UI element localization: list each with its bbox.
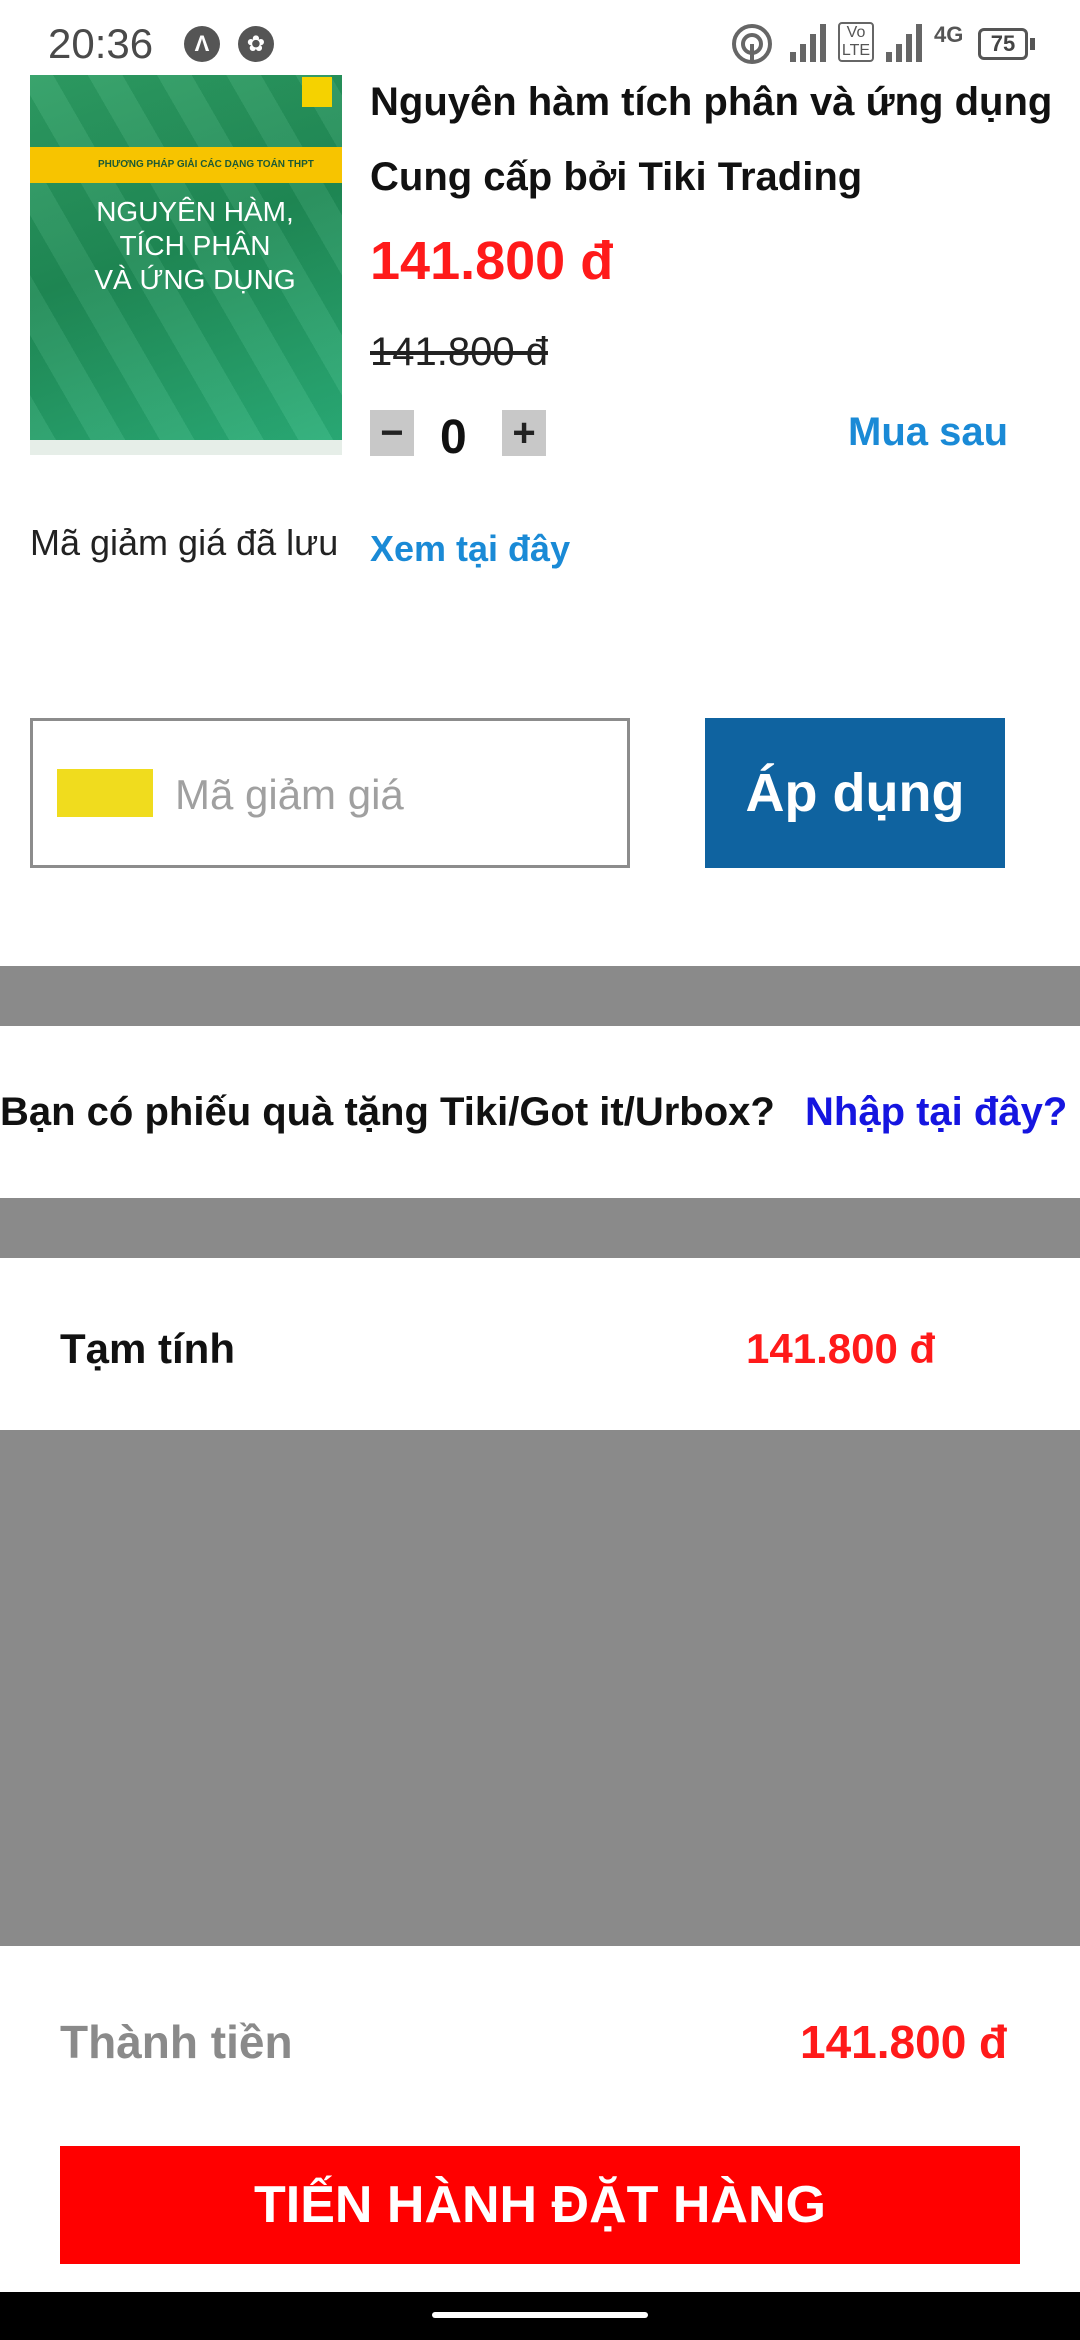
signal-icon xyxy=(790,24,826,62)
app-notification-icon: Λ xyxy=(184,26,220,62)
battery-icon: 75 xyxy=(978,28,1028,60)
decrease-quantity-button[interactable]: − xyxy=(370,410,414,456)
product-image[interactable]: PHƯƠNG PHÁP GIẢI CÁC DẠNG TOÁN THPT NGUY… xyxy=(30,75,342,455)
gift-voucher-link[interactable]: Nhập tại đây? xyxy=(805,1090,1067,1135)
saved-coupon-link[interactable]: Xem tại đây xyxy=(370,528,570,570)
product-price: 141.800 đ xyxy=(370,231,614,291)
coupon-input[interactable] xyxy=(173,751,613,839)
volte-icon: Vo LTE xyxy=(838,22,874,62)
app-notification-icon-2: ✿ xyxy=(238,26,274,62)
subtotal-label: Tạm tính xyxy=(60,1325,235,1372)
battery-level: 75 xyxy=(990,31,1016,56)
empty-content-area xyxy=(0,1430,1080,1946)
cover-banner: PHƯƠNG PHÁP GIẢI CÁC DẠNG TOÁN THPT xyxy=(30,147,342,183)
home-gesture-handle[interactable] xyxy=(432,2312,648,2318)
status-time: 20:36 xyxy=(48,20,154,67)
section-divider xyxy=(0,966,1080,1026)
cover-title-line2: TÍCH PHÂN xyxy=(119,230,271,261)
total-value: 141.800 đ xyxy=(800,2016,1008,2068)
hotspot-icon xyxy=(732,24,772,64)
buy-later-link[interactable]: Mua sau xyxy=(848,410,1008,455)
cover-title-line1: NGUYÊN HÀM, xyxy=(96,196,294,227)
signal-icon-2 xyxy=(886,24,922,62)
increase-quantity-button[interactable]: + xyxy=(502,410,546,456)
product-provider: Cung cấp bởi Tiki Trading xyxy=(370,155,863,199)
coupon-icon xyxy=(57,769,153,817)
subtotal-value: 141.800 đ xyxy=(746,1325,936,1372)
battery-tip xyxy=(1030,38,1035,50)
product-old-price: 141.800 đ xyxy=(370,330,548,374)
saved-coupon-label: Mã giảm giá đã lưu xyxy=(30,522,339,563)
cover-title-line3: VÀ ỨNG DỤNG xyxy=(94,264,296,295)
status-bar: 20:36 Λ ✿ Vo LTE 4G 75 xyxy=(0,0,1080,80)
coupon-field[interactable] xyxy=(30,718,630,868)
gift-voucher-question: Bạn có phiếu quà tặng Tiki/Got it/Urbox? xyxy=(0,1090,775,1134)
network-type: 4G xyxy=(934,22,964,47)
navigation-bar xyxy=(0,2292,1080,2340)
total-label: Thành tiền xyxy=(60,2016,293,2068)
section-divider-2 xyxy=(0,1198,1080,1258)
apply-coupon-button[interactable]: Áp dụng xyxy=(705,718,1005,868)
quantity-value: 0 xyxy=(440,411,467,464)
checkout-button[interactable]: TIẾN HÀNH ĐẶT HÀNG xyxy=(60,2146,1020,2264)
product-title[interactable]: Nguyên hàm tích phân và ứng dụng xyxy=(370,80,1070,125)
